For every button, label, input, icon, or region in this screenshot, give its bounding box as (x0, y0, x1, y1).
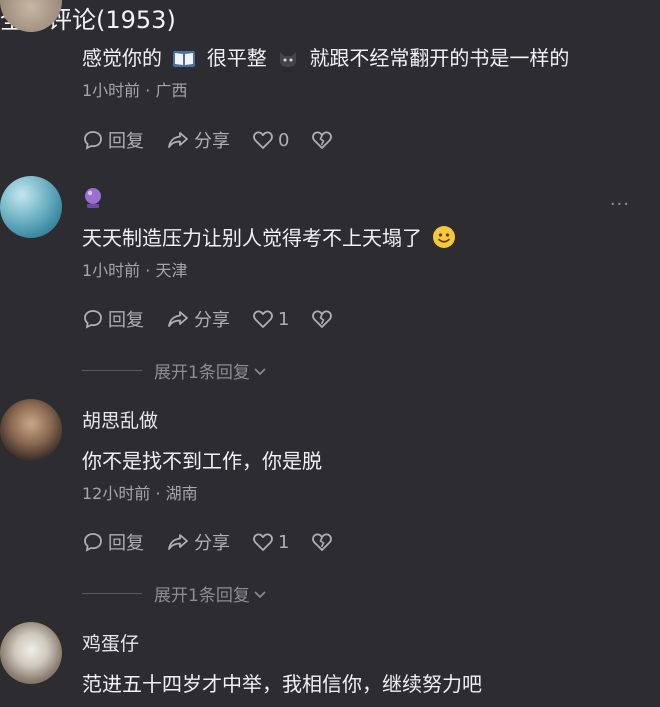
reply-button[interactable]: 回复 (82, 306, 144, 332)
like-button[interactable]: 1 (252, 531, 289, 553)
comment-text-part: 天天制造压力让别人觉得考不上天塌了 (82, 226, 422, 250)
dislike-button[interactable] (311, 129, 333, 151)
expand-replies-button[interactable]: 展开1条回复 (82, 358, 268, 383)
comment-bubble-icon (84, 131, 102, 150)
heart-icon (253, 131, 273, 149)
expand-replies-label: 展开1条回复 (154, 363, 250, 383)
smiling-face-icon (432, 225, 456, 256)
comment-actions: 回复 分享 1 (82, 529, 355, 555)
comment-text-part: 感觉你的 (82, 46, 162, 70)
user-name[interactable]: 鸡蛋仔 (82, 631, 139, 657)
black-cat-icon (277, 48, 299, 76)
heart-icon (253, 310, 273, 328)
reply-button[interactable]: 回复 (82, 127, 144, 153)
crystal-ball-icon (82, 186, 104, 214)
share-button[interactable]: 分享 (166, 127, 230, 153)
reply-button[interactable]: 回复 (82, 529, 144, 555)
reply-label: 回复 (108, 533, 144, 554)
avatar[interactable] (0, 622, 62, 684)
avatar[interactable] (0, 176, 62, 238)
like-button[interactable]: 1 (252, 308, 289, 330)
broken-heart-icon (312, 310, 333, 328)
comment-text: 天天制造压力让别人觉得考不上天塌了 (82, 224, 460, 256)
open-book-icon (172, 48, 196, 76)
comment-meta: 1小时前 · 广西 (82, 81, 188, 100)
dislike-button[interactable] (311, 531, 333, 553)
comment-text-part: 很平整 (206, 46, 267, 70)
like-count: 1 (278, 531, 290, 553)
reply-label: 回复 (108, 131, 144, 152)
reply-label: 回复 (108, 310, 144, 331)
like-count: 0 (278, 129, 290, 151)
like-count: 1 (278, 308, 290, 330)
share-arrow-icon (168, 132, 188, 148)
share-arrow-icon (168, 311, 188, 327)
comment-bubble-icon (84, 310, 102, 329)
share-arrow-icon (168, 534, 188, 550)
like-button[interactable]: 0 (252, 129, 289, 151)
comment-text: 感觉你的 很平整 就跟不经常翻开的书是一样的 (82, 44, 569, 76)
chevron-down-icon (254, 367, 266, 375)
comment-text: 范进五十四岁才中举，我相信你，继续努力吧 (82, 672, 482, 696)
comment-meta: 1小时前 · 天津 (82, 261, 188, 280)
comment-actions: 回复 分享 0 (82, 127, 355, 153)
comment-actions: 回复 分享 1 (82, 306, 355, 332)
dislike-button[interactable] (311, 308, 333, 330)
expand-replies-label: 展开1条回复 (154, 586, 250, 606)
share-label: 分享 (194, 310, 230, 331)
comment-text-part: 就跟不经常翻开的书是一样的 (309, 46, 570, 70)
expand-replies-button[interactable]: 展开1条回复 (82, 581, 268, 606)
comment-bubble-icon (84, 533, 102, 552)
user-name[interactable]: 胡思乱做 (82, 408, 158, 434)
comment-meta: 12小时前 · 湖南 (82, 484, 198, 503)
share-button[interactable]: 分享 (166, 306, 230, 332)
comment-text: 你不是找不到工作，你是脱 (82, 449, 322, 473)
share-label: 分享 (194, 533, 230, 554)
more-options-icon[interactable]: ··· (610, 194, 630, 215)
broken-heart-icon (312, 131, 333, 149)
broken-heart-icon (312, 533, 333, 551)
divider-line (82, 593, 142, 594)
chevron-down-icon (254, 590, 266, 598)
avatar[interactable] (0, 399, 62, 461)
heart-icon (253, 533, 273, 551)
divider-line (82, 370, 142, 371)
share-button[interactable]: 分享 (166, 529, 230, 555)
share-label: 分享 (194, 131, 230, 152)
